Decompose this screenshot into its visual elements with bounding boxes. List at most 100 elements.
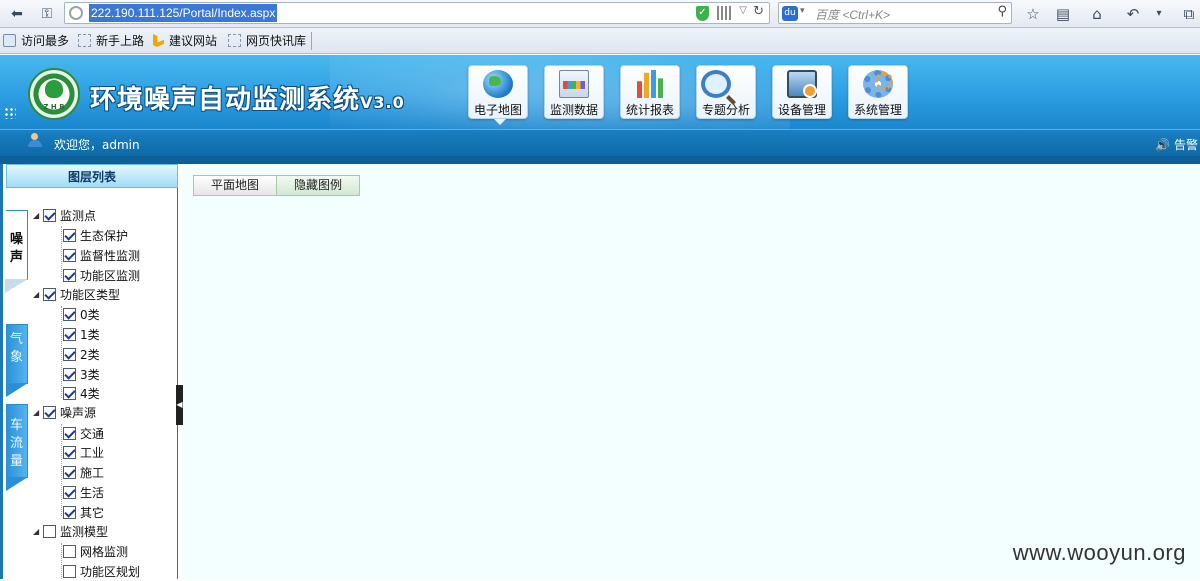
bookmark-star-icon[interactable]: ☆ [1022, 3, 1044, 25]
bookmarks-toolbar: 访问最多 新手上路 建议网站 网页快讯库 [0, 28, 1200, 54]
nav-label: 系统管理 [853, 103, 902, 117]
bookmarks-list-icon[interactable]: ▤ [1052, 3, 1074, 25]
user-icon [28, 133, 44, 147]
tree-leaf[interactable]: 交通 [63, 425, 104, 443]
tree-leaf[interactable]: 2类 [63, 346, 100, 364]
shield-icon[interactable]: ✓ [696, 6, 709, 21]
checkbox[interactable] [43, 209, 56, 222]
address-bar[interactable]: 222.190.111.125/Portal/Index.aspx ✓ ▽ ↻ [64, 2, 770, 24]
tab-noise[interactable]: 噪声 [5, 210, 28, 293]
checkbox[interactable] [43, 525, 56, 538]
tab-weather[interactable]: 气象 [6, 324, 28, 397]
checkbox[interactable] [63, 249, 76, 262]
tree-leaf[interactable]: 4类 [63, 385, 100, 403]
collapse-triangle-icon[interactable]: ◢ [33, 286, 43, 304]
layer-panel-title: 图层列表 [6, 164, 178, 188]
nav-monitoring-data[interactable]: 监测数据 [544, 65, 604, 119]
tree-leaf[interactable]: 工业 [63, 444, 104, 462]
collapse-triangle-icon[interactable]: ◢ [33, 523, 43, 541]
collapse-triangle-icon[interactable]: ◢ [33, 404, 43, 422]
tree-connector [61, 543, 62, 579]
tree-leaf[interactable]: 功能区监测 [63, 267, 140, 285]
back-icon[interactable]: ⬅ [6, 3, 28, 25]
nav-system-management[interactable]: 系统管理 [848, 65, 908, 119]
collapse-triangle-icon[interactable]: ◢ [33, 207, 43, 225]
tree-node-noise-sources[interactable]: ◢ 噪声源 [33, 404, 96, 422]
bookmark-folder-icon [3, 34, 16, 47]
checkbox[interactable] [63, 466, 76, 479]
baidu-engine-icon[interactable]: du [782, 6, 798, 21]
dropdown-arrow-icon[interactable]: ▽ [739, 5, 747, 16]
checkbox[interactable] [63, 229, 76, 242]
panel-collapse-handle[interactable]: ◀ [176, 385, 183, 425]
checkbox[interactable] [63, 545, 76, 558]
home-icon[interactable]: ⌂ [1086, 3, 1108, 25]
nav-topic-analysis[interactable]: 专题分析 [696, 65, 756, 119]
tree-leaf[interactable]: 监督性监测 [63, 247, 140, 265]
checkbox[interactable] [63, 486, 76, 499]
key-icon[interactable]: ⚿ [36, 3, 58, 25]
tree-leaf[interactable]: 功能区规划 [63, 563, 140, 581]
tree-node-monitoring-points[interactable]: ◢ 监测点 [33, 207, 96, 225]
bar-chart-icon [635, 70, 665, 98]
checkbox[interactable] [63, 446, 76, 459]
bookmark-getting-started[interactable]: 新手上路 [78, 32, 144, 50]
addons-icon[interactable]: ⧉ [1178, 3, 1200, 25]
nav-electronic-map[interactable]: 电子地图 [468, 65, 528, 125]
checkbox[interactable] [63, 387, 76, 400]
app-title: 环境噪声自动监测系统V3.0 [90, 79, 405, 116]
tree-leaf[interactable]: 生态保护 [63, 227, 128, 245]
map-area[interactable]: 平面地图 隐藏图例 www.wooyun.org [183, 164, 1200, 579]
bookmark-web-slice[interactable]: 网页快讯库 [228, 32, 306, 50]
checkbox[interactable] [43, 288, 56, 301]
tab-flat-map[interactable]: 平面地图 [194, 176, 278, 195]
hide-legend-button[interactable]: 隐藏图例 [277, 176, 360, 195]
welcome-text: 欢迎您，admin [54, 138, 140, 152]
tree-leaf[interactable]: 施工 [63, 464, 104, 482]
checkbox[interactable] [63, 368, 76, 381]
checkbox[interactable] [63, 427, 76, 440]
engine-dropdown-icon[interactable]: ▾ [800, 6, 805, 16]
tree-leaf[interactable]: 0类 [63, 306, 100, 324]
address-url[interactable]: 222.190.111.125/Portal/Index.aspx [89, 4, 278, 22]
nav-statistics-report[interactable]: 统计报表 [620, 65, 680, 119]
checkbox[interactable] [63, 269, 76, 282]
checkbox[interactable] [43, 406, 56, 419]
qr-code-icon[interactable] [717, 6, 731, 20]
alarm-link[interactable]: 🔊 告警 [1155, 136, 1198, 153]
tree-connector [61, 306, 62, 398]
checkbox[interactable] [63, 348, 76, 361]
history-dropdown-icon[interactable]: ▾ [1148, 3, 1170, 25]
tab-traffic-flow[interactable]: 车流量 [6, 404, 28, 491]
tree-label: 生活 [80, 486, 105, 500]
tree-leaf[interactable]: 网格监测 [63, 543, 128, 561]
checkbox[interactable] [63, 308, 76, 321]
search-box[interactable]: du ▾ 百度 <Ctrl+K> ⚲ [778, 2, 1012, 24]
gear-icon [863, 70, 893, 98]
tree-label: 功能区规划 [80, 565, 141, 579]
search-placeholder[interactable]: 百度 <Ctrl+K> [815, 6, 890, 23]
bookmark-suggested-sites[interactable]: 建议网站 [153, 32, 217, 50]
checkbox[interactable] [63, 328, 76, 341]
tree-label: 生态保护 [80, 229, 129, 243]
tree-label: 噪声源 [60, 406, 97, 420]
tree-node-zone-types[interactable]: ◢ 功能区类型 [33, 286, 120, 304]
nav-label: 电子地图 [473, 103, 522, 117]
bookmark-most-visited[interactable]: 访问最多 [3, 32, 69, 50]
tree-leaf[interactable]: 其它 [63, 504, 104, 522]
checkbox[interactable] [63, 506, 76, 519]
logo-emblem-icon [45, 80, 63, 98]
tree-node-monitoring-models[interactable]: ◢ 监测模型 [33, 523, 108, 541]
tree-leaf[interactable]: 3类 [63, 366, 100, 384]
tree-leaf[interactable]: 1类 [63, 326, 100, 344]
tree-leaf[interactable]: 生活 [63, 484, 104, 502]
site-info-icon[interactable] [69, 6, 83, 20]
map-tab-bar: 平面地图 隐藏图例 [193, 175, 361, 196]
app-title-text: 环境噪声自动监测系统 [90, 85, 361, 115]
checkbox[interactable] [63, 565, 76, 578]
nav-device-management[interactable]: 设备管理 [772, 65, 832, 119]
search-icon[interactable]: ⚲ [997, 4, 1007, 19]
tree-label: 交通 [80, 427, 105, 441]
reload-icon[interactable]: ↻ [753, 4, 764, 19]
history-back-icon[interactable]: ↶ [1122, 3, 1144, 25]
